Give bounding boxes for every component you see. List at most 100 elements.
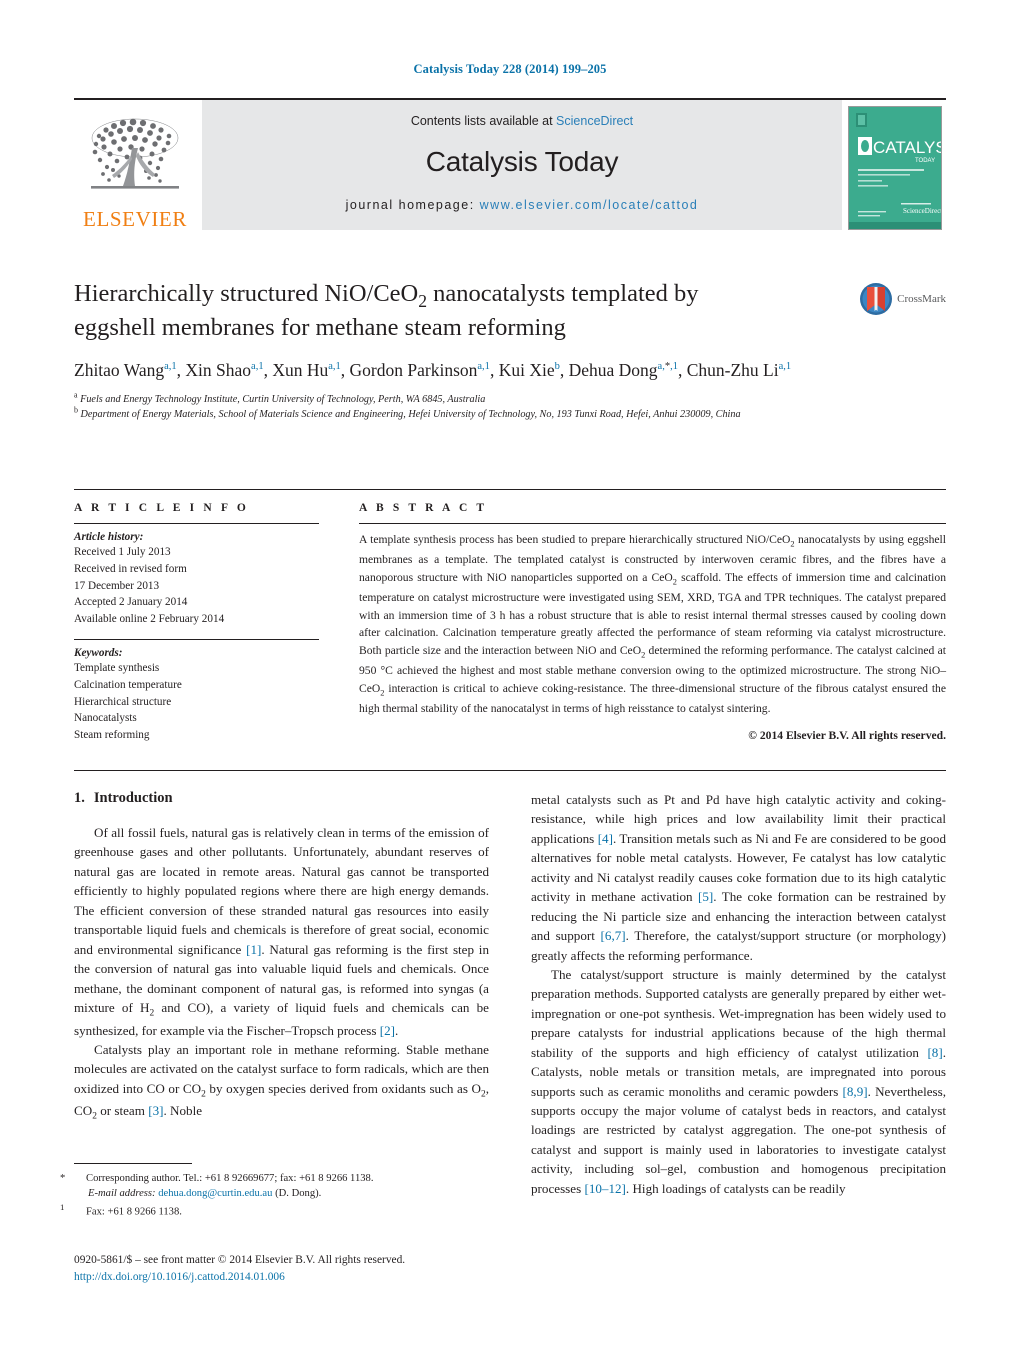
homepage-url-link[interactable]: www.elsevier.com/locate/cattod: [480, 198, 699, 212]
svg-text:CATALYSIS: CATALYSIS: [873, 138, 941, 157]
author-affil-marks: a,1: [778, 361, 792, 372]
body-columns: 1. Introduction Of all fossil fuels, natu…: [74, 790, 946, 1198]
footnote-text: Fax: +61 8 9266 1138.: [86, 1206, 182, 1218]
body-paragraph: Of all fossil fuels, natural gas is rela…: [74, 825, 489, 1038]
citation-ref[interactable]: [10–12]: [584, 1181, 625, 1196]
citation-ref[interactable]: [8]: [927, 1045, 942, 1060]
running-head: Catalysis Today 228 (2014) 199–205: [413, 62, 607, 76]
crossmark-icon: [860, 283, 893, 315]
footnote-block: * Corresponding author. Tel.: +61 8 92669…: [60, 1163, 489, 1220]
keyword-item: Template synthesis: [74, 661, 160, 674]
elsevier-tree-icon: [91, 118, 179, 189]
history-item: 17 December 2013: [74, 579, 160, 592]
column-gap: [489, 790, 531, 1198]
body-column-left: 1. Introduction Of all fossil fuels, natu…: [74, 790, 489, 1198]
abstract-column: A B S T R A C T A template synthesis pro…: [359, 490, 946, 744]
section-title: Introduction: [93, 790, 173, 806]
section-heading: 1. Introduction: [74, 790, 489, 807]
author-name: Dehua Dong: [568, 359, 658, 380]
author-name: Kui Xie: [498, 359, 555, 380]
footnote-email: E-mail address: dehua.dong@curtin.edu.au…: [74, 1186, 489, 1201]
article-info-heading: A R T I C L E I N F O: [74, 502, 249, 514]
issn-front-matter: 0920-5861/$ – see front matter © 2014 El…: [74, 1254, 406, 1266]
footnote-fax: 1 Fax: +61 8 9266 1138.: [60, 1201, 489, 1220]
elsevier-wordmark: ELSEVIER: [83, 207, 187, 231]
email-suffix: (D. Dong).: [275, 1188, 322, 1200]
title-block: Hierarchically structured NiO/CeO2 nanoc…: [74, 278, 946, 423]
history-item: Received in revised form: [74, 562, 187, 575]
svg-text:ScienceDirect: ScienceDirect: [903, 207, 941, 215]
author-name: Zhitao Wang: [74, 359, 165, 380]
history-item: Received 1 July 2013: [74, 546, 171, 558]
doi-link[interactable]: http://dx.doi.org/10.1016/j.cattod.2014.…: [74, 1269, 534, 1286]
affiliation-item: b Department of Energy Materials, School…: [74, 405, 741, 420]
section-number: 1.: [74, 790, 85, 806]
page-title: Hierarchically structured NiO/CeO2 nanoc…: [74, 280, 699, 342]
sciencedirect-link[interactable]: ScienceDirect: [556, 114, 633, 128]
column-gap: [319, 490, 359, 744]
journal-masthead: ELSEVIER Contents lists available at Sci…: [74, 98, 946, 230]
history-item: Accepted 2 January 2014: [74, 596, 188, 609]
abstract-copyright: © 2014 Elsevier B.V. All rights reserved…: [748, 728, 946, 742]
author-affil-marks: a,1: [477, 361, 490, 372]
author-name: Gordon Parkinson: [349, 359, 478, 380]
body-paragraph: Catalysts play an important role in meth…: [74, 1041, 489, 1123]
keyword-item: Nanocatalysts: [74, 712, 137, 725]
author-affil-marks: a,1: [164, 361, 177, 372]
body-column-right: metal catalysts such as Pt and Pd have h…: [531, 790, 946, 1198]
author-affil-marks: a,*,1: [657, 361, 678, 372]
cover-image: CATALYSIS TODAY ScienceDirect: [848, 106, 942, 230]
footnote-text: Corresponding author. Tel.: +61 8 926696…: [86, 1173, 374, 1184]
author-affil-marks: b: [554, 361, 560, 372]
affiliation-list: a Fuels and Energy Technology Institute,…: [74, 390, 946, 423]
keyword-item: Hierarchical structure: [74, 695, 172, 708]
footnote-marker: 1: [60, 1202, 65, 1213]
email-label: E-mail address:: [88, 1188, 156, 1200]
author-name: Xin Shao: [185, 359, 252, 380]
abstract-heading: A B S T R A C T: [359, 502, 488, 514]
keywords-label: Keywords:: [74, 646, 123, 659]
citation-ref[interactable]: [5]: [698, 889, 713, 904]
citation-ref[interactable]: [4]: [598, 831, 613, 846]
citation-ref[interactable]: [8,9]: [843, 1084, 868, 1099]
paper-page: Catalysis Today 228 (2014) 199–205 ELSEV…: [0, 0, 1020, 1351]
footnote-divider: [74, 1163, 192, 1164]
journal-banner: Contents lists available at ScienceDirec…: [202, 100, 842, 230]
author-list: Zhitao Wanga,1, Xin Shaoa,1, Xun Hua,1, …: [74, 359, 792, 380]
citation-ref[interactable]: [1]: [246, 942, 261, 957]
citation-ref[interactable]: [2]: [380, 1023, 395, 1038]
journal-cover-thumbnail: CATALYSIS TODAY ScienceDirect: [848, 100, 946, 230]
affiliation-text: Department of Energy Materials, School o…: [80, 408, 741, 420]
colophon: 0920-5861/$ – see front matter © 2014 El…: [74, 1252, 534, 1286]
citation-ref[interactable]: [6,7]: [601, 928, 626, 943]
elsevier-logo: ELSEVIER: [74, 100, 196, 230]
email-link[interactable]: dehua.dong@curtin.edu.au: [158, 1188, 272, 1199]
contents-prefix: Contents lists available at: [410, 114, 557, 128]
footnote-marker: *: [60, 1173, 66, 1184]
body-paragraph: The catalyst/support structure is mainly…: [531, 966, 946, 1196]
crossmark-badge[interactable]: CrossMark: [859, 282, 946, 316]
article-info-column: A R T I C L E I N F O Article history: R…: [74, 490, 319, 744]
author-affil-marks: a,1: [328, 361, 341, 372]
info-abstract-region: A R T I C L E I N F O Article history: R…: [74, 489, 946, 744]
article-history-label: Article history:: [74, 531, 144, 543]
journal-homepage-line: journal homepage: www.elsevier.com/locat…: [202, 198, 842, 212]
affiliation-item: a Fuels and Energy Technology Institute,…: [74, 390, 486, 406]
history-item: Available online 2 February 2014: [74, 613, 225, 626]
keyword-item: Calcination temperature: [74, 678, 182, 691]
author-name: Xun Hu: [272, 359, 329, 380]
divider: [74, 523, 319, 524]
keyword-item: Steam reforming: [74, 729, 150, 742]
divider: [74, 638, 319, 640]
body-paragraph: metal catalysts such as Pt and Pd have h…: [531, 792, 946, 963]
crossmark-label: CrossMark: [897, 293, 946, 305]
footnote-corresponding-author: * Corresponding author. Tel.: +61 8 92669…: [60, 1171, 489, 1186]
author-name: Chun-Zhu Li: [686, 359, 779, 380]
affiliation-text: Fuels and Energy Technology Institute, C…: [80, 394, 486, 406]
divider: [74, 770, 946, 771]
journal-title: Catalysis Today: [425, 146, 619, 177]
abstract-text: A template synthesis process has been st…: [359, 533, 946, 716]
divider: [359, 523, 946, 524]
cover-artwork-icon: CATALYSIS TODAY ScienceDirect: [849, 107, 941, 229]
citation-ref[interactable]: [3]: [148, 1103, 163, 1118]
